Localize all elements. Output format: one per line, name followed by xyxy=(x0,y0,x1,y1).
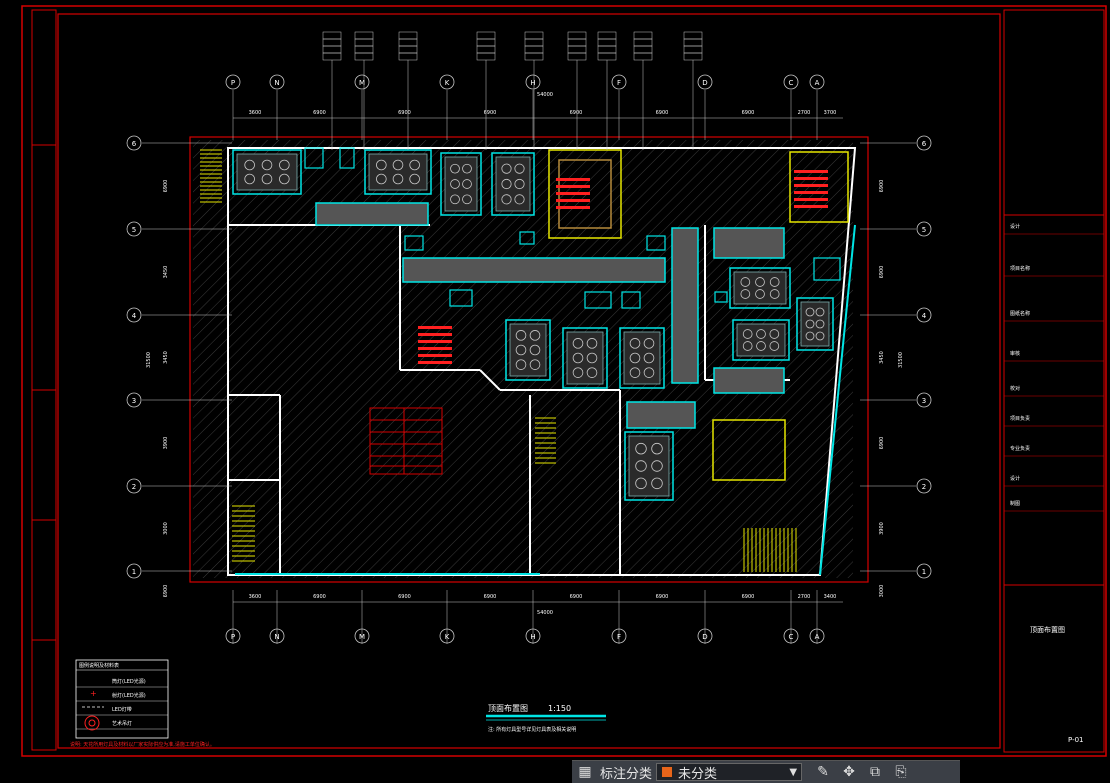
title-block-row-label: 专业负责 xyxy=(1010,445,1030,452)
dimension-text: 6900 xyxy=(570,594,583,600)
layers-icon[interactable]: ▦ xyxy=(572,761,598,783)
dimension-text: 3450 xyxy=(163,351,169,364)
dimension-text: 6900 xyxy=(656,110,669,116)
bottom-total-dimension: 54000 xyxy=(537,610,553,616)
legend-item-label: 筒灯(LED光源) xyxy=(112,678,146,685)
dimension-text: 6900 xyxy=(163,180,169,193)
top-total-dimension: 54000 xyxy=(537,92,553,98)
grid-row-label: 4 xyxy=(132,312,137,320)
grid-column-label: A xyxy=(815,79,820,87)
dimension-text: 6900 xyxy=(742,110,755,116)
cad-drawing-canvas[interactable]: 设计项目名称图纸名称审核校对项目负责专业负责设计制图 顶面布置图 P-01 PP… xyxy=(0,0,1110,760)
dimension-text: 6900 xyxy=(313,594,326,600)
grid-column-label: C xyxy=(789,633,794,641)
title-block-row-label: 项目负责 xyxy=(1010,415,1030,422)
grid-column-label: F xyxy=(617,79,621,87)
dimension-text: 6900 xyxy=(484,594,497,600)
grid-row-label: 5 xyxy=(132,226,136,234)
grid-row-label: 3 xyxy=(132,397,136,405)
grid-row-label: 1 xyxy=(132,568,136,576)
dimension-text: 3000 xyxy=(879,585,885,598)
grid-column-label: K xyxy=(445,633,450,641)
chevron-down-icon: ▼ xyxy=(789,766,798,778)
grid-row-label: 5 xyxy=(922,226,926,234)
dimension-text: 3450 xyxy=(879,351,885,364)
annotation-category-select[interactable]: 未分类 ▼ xyxy=(656,763,803,782)
svg-text:+: + xyxy=(90,689,97,698)
grid-column-label: H xyxy=(530,79,535,87)
grid-column-label: N xyxy=(274,79,279,87)
dimension-text: 2700 xyxy=(798,110,811,116)
dimension-text: 3600 xyxy=(249,110,262,116)
title-block-row-label: 审核 xyxy=(1010,350,1020,357)
dimension-text: 6900 xyxy=(879,266,885,279)
grid-column-label: D xyxy=(702,79,707,87)
grid-column-label: N xyxy=(274,633,279,641)
right-total-dimension: 31500 xyxy=(898,352,904,368)
annotation-toolbar: ▦ 标注分类 未分类 ▼ ✎ ✥ ⧉ ⎘ xyxy=(572,760,960,783)
title-block-row-label: 项目名称 xyxy=(1010,265,1030,272)
grid-column-label: H xyxy=(530,633,535,641)
legend-item-label: LED灯带 xyxy=(112,706,132,713)
grid-column-label: D xyxy=(702,633,707,641)
grid-column-label: C xyxy=(789,79,794,87)
dimension-text: 3700 xyxy=(824,110,837,116)
grid-row-label: 6 xyxy=(132,140,137,148)
dimension-text: 6900 xyxy=(398,594,411,600)
grid-column-label: P xyxy=(231,79,235,87)
legend-item-label: 艺术吊灯 xyxy=(112,720,132,727)
title-block-row-label: 设计 xyxy=(1010,223,1020,230)
copy-icon[interactable]: ⧉ xyxy=(862,761,888,783)
drawing-note: 注: 所有灯具型号详见灯具表及相关说明 xyxy=(488,726,576,733)
dimension-text: 3000 xyxy=(163,522,169,535)
dimension-text: 2700 xyxy=(798,594,811,600)
drawing-title: 顶面布置图 xyxy=(488,703,528,713)
dimension-text: 6900 xyxy=(656,594,669,600)
grid-row-label: 6 xyxy=(922,140,927,148)
dimension-text: 3400 xyxy=(824,594,837,600)
annotation-category-label: 标注分类 xyxy=(600,766,653,782)
grid-row-label: 2 xyxy=(132,483,136,491)
dimension-text: 6900 xyxy=(313,110,326,116)
drawing-scale: 1:150 xyxy=(548,704,571,713)
category-select-value: 未分类 xyxy=(678,766,718,782)
grid-column-label: M xyxy=(359,633,365,641)
dimension-text: 3450 xyxy=(163,266,169,279)
dimension-text: 6900 xyxy=(742,594,755,600)
paste-icon[interactable]: ⎘ xyxy=(888,761,914,783)
title-block-row-label: 校对 xyxy=(1010,385,1020,392)
legend-note: 说明: 天花所用灯具及材料以厂家实际供应为准,请施工单位确认。 xyxy=(70,741,215,748)
dimension-text: 6900 xyxy=(879,180,885,193)
grid-row-label: 4 xyxy=(922,312,927,320)
title-block-sheet-number: P-01 xyxy=(1068,736,1084,744)
dimension-text: 6900 xyxy=(163,585,169,598)
left-total-dimension: 31500 xyxy=(146,352,152,368)
dimension-text: 3900 xyxy=(879,522,885,535)
legend-item-label: 射灯(LED光源) xyxy=(112,692,146,699)
dimension-text: 3900 xyxy=(163,437,169,450)
grid-column-label: K xyxy=(445,79,450,87)
grid-column-label: F xyxy=(617,633,621,641)
title-block-row-label: 制图 xyxy=(1010,500,1020,507)
edit-icon[interactable]: ✎ xyxy=(810,761,836,783)
dimension-text: 6900 xyxy=(879,437,885,450)
dimension-text: 6900 xyxy=(398,110,411,116)
move-icon[interactable]: ✥ xyxy=(836,761,862,783)
dimension-text: 6900 xyxy=(570,110,583,116)
grid-row-label: 2 xyxy=(922,483,926,491)
dimension-text: 3600 xyxy=(249,594,262,600)
grid-column-label: P xyxy=(231,633,235,641)
grid-row-label: 1 xyxy=(922,568,926,576)
dimension-text: 6900 xyxy=(484,110,497,116)
category-color-swatch xyxy=(661,766,674,778)
title-block-row-label: 图纸名称 xyxy=(1010,310,1030,317)
grid-row-label: 3 xyxy=(922,397,926,405)
title-block-row-label: 设计 xyxy=(1010,475,1020,482)
title-block-sheet-title: 顶面布置图 xyxy=(1030,625,1065,634)
grid-column-label: A xyxy=(815,633,820,641)
legend-title: 图例说明及材料表 xyxy=(79,662,119,669)
